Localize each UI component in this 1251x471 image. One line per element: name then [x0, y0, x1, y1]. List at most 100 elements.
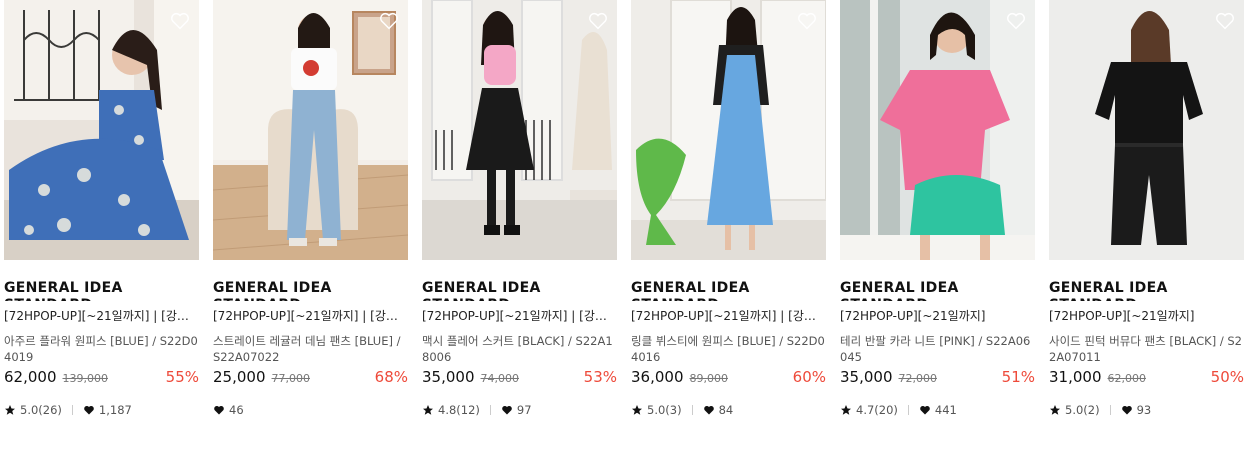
star-icon: [5, 405, 15, 415]
promo-text: [72HPOP-UP][~21일까지] | [강혜…: [631, 309, 826, 323]
original-price: 72,000: [898, 372, 938, 385]
likes: 1,187: [83, 403, 132, 417]
sale-price: 36,000: [631, 368, 684, 386]
likes: 84: [703, 403, 734, 417]
discount-rate: 53%: [583, 368, 617, 386]
product-image[interactable]: [840, 0, 1035, 260]
discount-rate: 51%: [1001, 368, 1035, 386]
discount-rate: 50%: [1210, 368, 1244, 386]
product-photo: [422, 0, 617, 260]
product-name[interactable]: 사이드 핀턱 버뮤다 팬츠 [BLACK] / S22A07011: [1049, 333, 1244, 365]
star-icon: [632, 405, 642, 415]
rating-value: 4.8(12): [438, 403, 480, 417]
brand-name[interactable]: GENERAL IDEA STANDARD: [422, 280, 617, 301]
product-photo: [631, 0, 826, 260]
sale-price: 31,000: [1049, 368, 1102, 386]
discount-rate: 60%: [792, 368, 826, 386]
discount-rate: 55%: [165, 368, 199, 386]
heart-icon: [1121, 405, 1132, 415]
likes: 93: [1121, 403, 1152, 417]
product-card[interactable]: GENERAL IDEA STANDARD [72HPOP-UP][~21일까지…: [4, 0, 199, 418]
heart-outline-icon[interactable]: [169, 10, 191, 32]
likes-count: 84: [718, 403, 734, 417]
product-name[interactable]: 링클 뷔스티에 원피스 [BLUE] / S22D04016: [631, 333, 826, 365]
sale-price: 62,000: [4, 368, 57, 386]
brand-name[interactable]: GENERAL IDEA STANDARD: [213, 280, 408, 301]
sale-price: 35,000: [422, 368, 475, 386]
heart-outline-icon[interactable]: [796, 10, 818, 32]
product-name[interactable]: 테리 반팔 카라 니트 [PINK] / S22A06045: [840, 333, 1035, 365]
product-photo: [840, 0, 1035, 260]
heart-outline-icon[interactable]: [1214, 10, 1236, 32]
product-meta: 46: [213, 402, 408, 418]
original-price: 77,000: [271, 372, 311, 385]
product-card[interactable]: GENERAL IDEA STANDARD [72HPOP-UP][~21일까지…: [1049, 0, 1244, 418]
product-card[interactable]: GENERAL IDEA STANDARD [72HPOP-UP][~21일까지…: [213, 0, 408, 418]
price-row: 62,000 139,000 55%: [4, 368, 199, 388]
likes-count: 441: [934, 403, 957, 417]
product-image[interactable]: [4, 0, 199, 260]
original-price: 89,000: [689, 372, 729, 385]
divider: [907, 405, 909, 415]
product-meta: 4.7(20) 441: [840, 402, 1035, 418]
brand-name[interactable]: GENERAL IDEA STANDARD: [4, 280, 199, 301]
likes-count: 46: [229, 403, 244, 417]
product-image[interactable]: [1049, 0, 1244, 260]
product-card[interactable]: GENERAL IDEA STANDARD [72HPOP-UP][~21일까지…: [840, 0, 1035, 418]
heart-icon: [214, 405, 224, 415]
product-meta: 5.0(26) 1,187: [4, 402, 199, 418]
rating-value: 5.0(26): [20, 403, 62, 417]
rating-value: 5.0(3): [647, 403, 682, 417]
heart-outline-icon[interactable]: [587, 10, 609, 32]
product-name[interactable]: 아주르 플라워 원피스 [BLUE] / S22D04019: [4, 333, 199, 365]
likes-count: 97: [516, 403, 532, 417]
product-image[interactable]: [213, 0, 408, 260]
likes: 441: [919, 403, 957, 417]
product-image[interactable]: [631, 0, 826, 260]
price-row: 35,000 72,000 51%: [840, 368, 1035, 388]
price-row: 35,000 74,000 53%: [422, 368, 617, 388]
brand-name[interactable]: GENERAL IDEA STANDARD: [1049, 280, 1244, 301]
rating: 5.0(2): [1049, 403, 1100, 417]
divider: [71, 405, 73, 415]
original-price: 139,000: [62, 372, 109, 385]
promo-text: [72HPOP-UP][~21일까지]: [1049, 309, 1195, 323]
product-photo: [4, 0, 199, 260]
heart-icon: [502, 405, 512, 415]
divider: [691, 405, 693, 415]
heart-outline-icon[interactable]: [378, 10, 400, 32]
promo-text: [72HPOP-UP][~21일까지]: [840, 309, 986, 323]
rating: 5.0(26): [4, 403, 62, 417]
likes: 46: [213, 403, 244, 417]
brand-name[interactable]: GENERAL IDEA STANDARD: [631, 280, 826, 301]
rating: 4.7(20): [840, 403, 898, 417]
product-card[interactable]: GENERAL IDEA STANDARD [72HPOP-UP][~21일까지…: [422, 0, 617, 418]
rating-value: 4.7(20): [856, 403, 898, 417]
likes: 97: [501, 403, 532, 417]
product-meta: 4.8(12) 97: [422, 402, 617, 418]
product-photo: [1049, 0, 1244, 260]
heart-icon: [84, 405, 94, 415]
product-meta: 5.0(3) 84: [631, 402, 826, 418]
rating: 5.0(3): [631, 403, 682, 417]
rating-value: 5.0(2): [1065, 403, 1100, 417]
product-meta: 5.0(2) 93: [1049, 402, 1244, 418]
promo-text: [72HPOP-UP][~21일까지] | [강혜…: [422, 309, 617, 323]
product-photo: [213, 0, 408, 260]
price-row: 36,000 89,000 60%: [631, 368, 826, 388]
promo-text: [72HPOP-UP][~21일까지] | [강혜…: [213, 309, 408, 323]
heart-outline-icon[interactable]: [1005, 10, 1027, 32]
product-image[interactable]: [422, 0, 617, 260]
star-icon: [841, 405, 851, 415]
divider: [489, 405, 491, 415]
product-name[interactable]: 맥시 플레어 스커트 [BLACK] / S22A18006: [422, 333, 617, 365]
product-card[interactable]: GENERAL IDEA STANDARD [72HPOP-UP][~21일까지…: [631, 0, 826, 418]
likes-count: 93: [1136, 403, 1152, 417]
star-icon: [423, 405, 433, 415]
likes-count: 1,187: [98, 403, 132, 417]
price-row: 31,000 62,000 50%: [1049, 368, 1244, 388]
price-row: 25,000 77,000 68%: [213, 368, 408, 388]
product-name[interactable]: 스트레이트 레귤러 데님 팬츠 [BLUE] / S22A07022: [213, 333, 408, 365]
discount-rate: 68%: [374, 368, 408, 386]
brand-name[interactable]: GENERAL IDEA STANDARD: [840, 280, 1035, 301]
